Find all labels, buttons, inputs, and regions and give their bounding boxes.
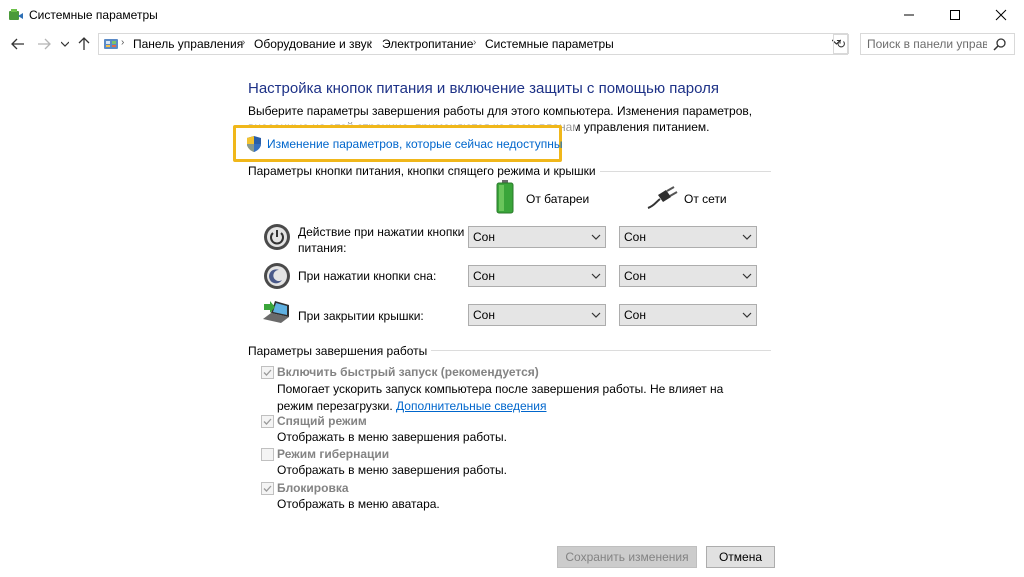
breadcrumb-separator-icon: › [242, 37, 246, 48]
shutdown-group-title: Параметры завершения работы [248, 344, 432, 358]
lock-checkbox[interactable] [261, 482, 274, 495]
sleep-checkbox[interactable] [261, 415, 274, 428]
breadcrumb-separator-icon: › [473, 37, 477, 48]
minimize-button[interactable] [886, 0, 932, 30]
back-arrow-icon[interactable] [10, 36, 26, 52]
control-panel-icon [103, 37, 119, 51]
power-plug-icon [646, 186, 678, 210]
lid-close-battery-select[interactable]: Сон [468, 304, 606, 326]
power-button-action-label: Действие при нажатии кнопки питания: [298, 225, 465, 255]
more-info-link[interactable]: Дополнительные сведения [396, 399, 546, 413]
battery-column-label: От батареи [526, 192, 590, 206]
ac-column-label: От сети [684, 192, 727, 206]
laptop-lid-icon [261, 299, 289, 327]
search-icon[interactable] [993, 37, 1007, 51]
sleep-button-icon [263, 262, 291, 290]
checkmark-icon [263, 418, 272, 425]
lock-description: Отображать в меню аватара. [277, 497, 440, 511]
cancel-button[interactable]: Отмена [706, 546, 775, 568]
hibernate-checkbox[interactable] [261, 448, 274, 461]
chevron-down-icon [591, 273, 601, 279]
lid-close-ac-select[interactable]: Сон [619, 304, 757, 326]
select-value: Сон [624, 230, 646, 244]
hibernate-description: Отображать в меню завершения работы. [277, 463, 508, 477]
fast-startup-description: Помогает ускорить запуск компьютера посл… [277, 381, 747, 415]
power-options-icon [8, 7, 24, 23]
battery-icon [496, 180, 514, 214]
chevron-down-icon [591, 312, 601, 318]
sleep-label: Спящий режим [277, 414, 367, 428]
breadcrumb-hardware-sound[interactable]: Оборудование и звук [254, 37, 372, 51]
power-group-title: Параметры кнопки питания, кнопки спящего… [248, 164, 600, 178]
recent-locations-chevron-icon[interactable] [60, 36, 70, 52]
breadcrumb-separator-icon: › [121, 37, 125, 48]
breadcrumb-separator-icon: › [369, 37, 373, 48]
window-title: Системные параметры [29, 8, 158, 22]
search-input[interactable]: Поиск в панели управ... [860, 33, 1015, 55]
lock-label: Блокировка [277, 481, 349, 495]
breadcrumb-power-options[interactable]: Электропитание [382, 37, 473, 51]
search-placeholder: Поиск в панели управ... [867, 37, 987, 51]
up-arrow-icon[interactable] [76, 36, 92, 52]
checkmark-icon [263, 369, 272, 376]
sleep-description: Отображать в меню завершения работы. [277, 430, 508, 444]
chevron-down-icon [591, 234, 601, 240]
select-value: Сон [473, 269, 495, 283]
uac-shield-icon [247, 136, 261, 152]
select-value: Сон [473, 308, 495, 322]
sleep-button-label: При нажатии кнопки сна: [298, 269, 437, 283]
breadcrumb-system-settings[interactable]: Системные параметры [485, 37, 614, 51]
select-value: Сон [473, 230, 495, 244]
sleep-button-ac-select[interactable]: Сон [619, 265, 757, 287]
select-value: Сон [624, 308, 646, 322]
power-button-icon [263, 223, 291, 251]
fast-startup-label: Включить быстрый запуск (рекомендуется) [277, 365, 539, 379]
chevron-down-icon [742, 234, 752, 240]
select-value: Сон [624, 269, 646, 283]
power-button-ac-select[interactable]: Сон [619, 226, 757, 248]
maximize-button[interactable] [932, 0, 978, 30]
checkmark-icon [263, 485, 272, 492]
forward-arrow-icon[interactable] [36, 36, 52, 52]
breadcrumb-control-panel[interactable]: Панель управления [133, 37, 243, 51]
change-unavailable-settings-link[interactable]: Изменение параметров, которые сейчас нед… [267, 137, 563, 151]
save-changes-button[interactable]: Сохранить изменения [557, 546, 697, 568]
fast-startup-checkbox[interactable] [261, 366, 274, 379]
lid-close-label: При закрытии крышки: [298, 309, 424, 323]
chevron-down-icon [742, 312, 752, 318]
page-title: Настройка кнопок питания и включение защ… [248, 80, 719, 97]
sleep-button-battery-select[interactable]: Сон [468, 265, 606, 287]
chevron-down-icon [742, 273, 752, 279]
close-button[interactable] [978, 0, 1024, 30]
power-button-battery-select[interactable]: Сон [468, 226, 606, 248]
hibernate-label: Режим гибернации [277, 447, 390, 461]
address-bar[interactable]: › Панель управления › Оборудование и зву… [98, 33, 848, 55]
title-bar: Системные параметры [0, 0, 1024, 31]
refresh-icon[interactable]: ↻ [833, 34, 849, 54]
